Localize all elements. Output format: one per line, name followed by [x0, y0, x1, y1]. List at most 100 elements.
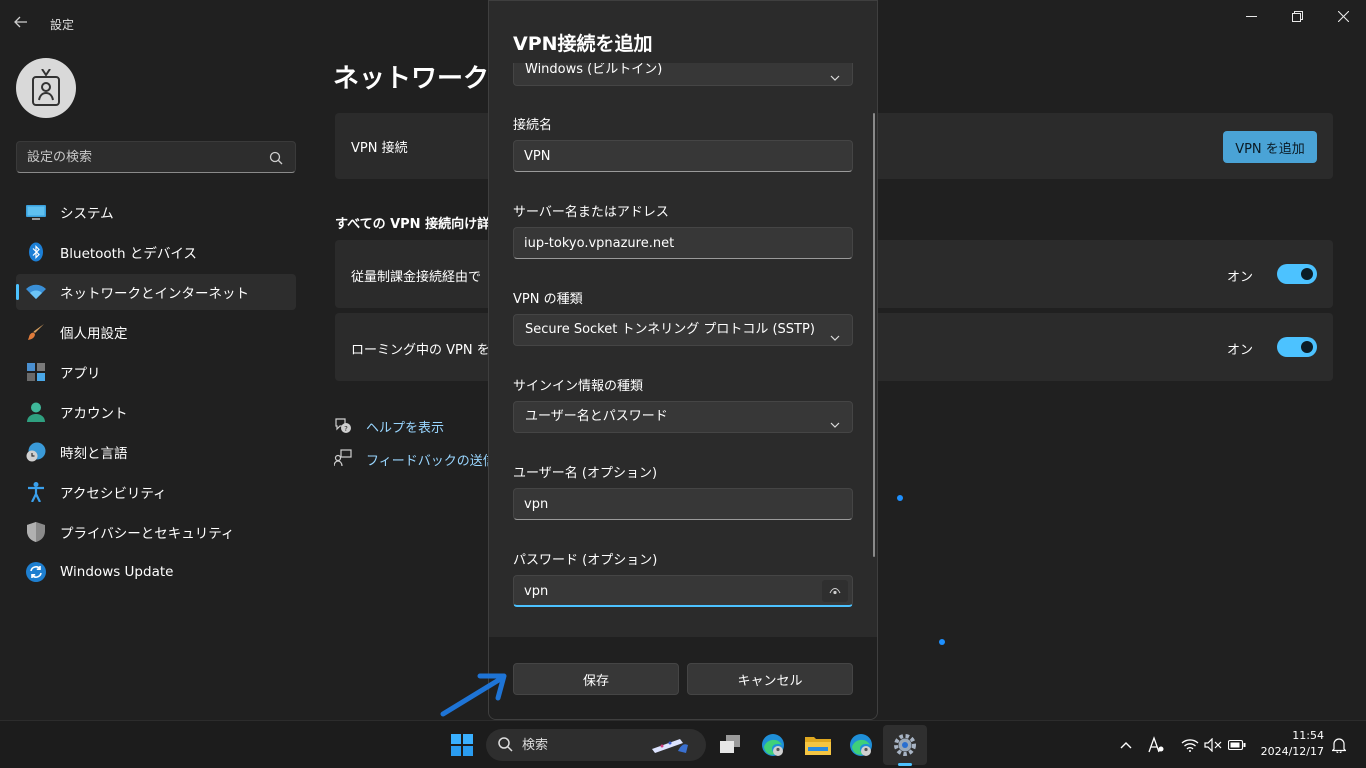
settings-gear-icon[interactable]	[889, 729, 921, 761]
sidebar-item-label: アプリ	[60, 366, 101, 382]
help-icon: ?	[334, 416, 352, 434]
password-input[interactable]	[514, 576, 814, 606]
person-icon	[26, 402, 46, 422]
file-explorer-icon[interactable]	[802, 729, 834, 761]
vpn-type-select[interactable]: Secure Socket トンネリング プロトコル (SSTP)	[513, 314, 853, 346]
username-input[interactable]	[514, 489, 814, 519]
back-arrow-icon[interactable]	[14, 12, 34, 36]
password-label: パスワード (オプション)	[513, 553, 658, 568]
add-vpn-dialog: VPN接続を追加 Windows (ビルトイン) 接続名 サーバー名またはアドレ…	[488, 0, 878, 720]
apps-icon	[26, 362, 46, 382]
battery-icon[interactable]	[1227, 735, 1247, 755]
active-app-indicator	[898, 763, 912, 766]
notification-bell-icon[interactable]	[1329, 735, 1349, 755]
sidebar-item-accounts[interactable]: アカウント	[16, 394, 296, 430]
username-field[interactable]	[513, 488, 853, 520]
sidebar-item-label: 時刻と言語	[60, 446, 128, 462]
vpn-provider-select[interactable]: Windows (ビルトイン)	[513, 63, 853, 86]
dialog-body: Windows (ビルトイン) 接続名 サーバー名またはアドレス VPN の種類…	[489, 63, 877, 639]
volume-muted-icon[interactable]	[1203, 735, 1223, 755]
signin-type-value: ユーザー名とパスワード	[525, 409, 668, 424]
sidebar-item-apps[interactable]: アプリ	[16, 354, 296, 390]
sidebar-item-personalization[interactable]: 個人用設定	[16, 314, 296, 350]
sidebar-item-label: ネットワークとインターネット	[60, 286, 249, 302]
feedback-link[interactable]: フィードバックの送信	[366, 450, 496, 469]
search-icon[interactable]	[269, 150, 285, 166]
close-icon[interactable]	[1320, 0, 1366, 32]
settings-search-box[interactable]	[16, 141, 296, 173]
sidebar-nav: システム Bluetooth とデバイス ネットワークとインターネット 個人用設…	[16, 194, 296, 594]
decorative-dot	[939, 639, 945, 645]
sidebar-item-label: Windows Update	[60, 564, 174, 580]
sidebar-item-label: アクセシビリティ	[60, 486, 167, 502]
sidebar-item-network[interactable]: ネットワークとインターネット	[16, 274, 296, 310]
edge-browser-icon[interactable]	[845, 729, 877, 761]
sidebar-item-bluetooth[interactable]: Bluetooth とデバイス	[16, 234, 296, 270]
sidebar-item-accessibility[interactable]: アクセシビリティ	[16, 474, 296, 510]
app-title: 設定	[50, 18, 75, 32]
section-heading: すべての VPN 接続向け詳細	[335, 217, 504, 232]
server-address-input[interactable]	[514, 228, 814, 258]
monitor-icon	[26, 202, 46, 222]
decorative-dot	[897, 495, 903, 501]
reveal-password-icon[interactable]	[822, 580, 848, 602]
clock[interactable]: 11:54 2024/12/17	[1261, 728, 1324, 760]
sidebar-item-label: プライバシーとセキュリティ	[60, 526, 235, 542]
accessibility-icon	[26, 482, 46, 502]
signin-type-label: サインイン情報の種類	[513, 379, 644, 394]
sidebar-item-privacy[interactable]: プライバシーとセキュリティ	[16, 514, 296, 550]
search-highlight-icon	[650, 735, 690, 759]
metered-vpn-toggle[interactable]	[1277, 264, 1317, 284]
chevron-down-icon	[830, 412, 840, 428]
ime-mode-icon[interactable]	[1146, 735, 1166, 755]
dialog-title: VPN接続を追加	[513, 33, 653, 55]
restore-icon[interactable]	[1274, 0, 1320, 32]
vpn-connections-label: VPN 接続	[351, 141, 408, 156]
connection-name-field[interactable]	[513, 140, 853, 172]
add-vpn-button[interactable]: VPN を追加	[1223, 131, 1317, 163]
sidebar-item-label: アカウント	[60, 406, 128, 422]
wifi-icon	[26, 282, 46, 302]
chevron-down-icon	[830, 325, 840, 341]
dialog-scrollbar[interactable]	[873, 113, 875, 557]
settings-search-input[interactable]	[17, 142, 257, 172]
annotation-arrow-icon	[440, 673, 507, 717]
clock-date: 2024/12/17	[1260, 745, 1324, 758]
clock-time: 11:54	[1292, 729, 1324, 742]
taskbar: 11:54 2024/12/17	[0, 720, 1366, 768]
taskbar-search[interactable]	[486, 729, 706, 761]
password-field[interactable]	[513, 575, 853, 607]
sidebar-item-windows-update[interactable]: Windows Update	[16, 554, 296, 590]
edge-profile-icon[interactable]	[757, 729, 789, 761]
sidebar-item-label: Bluetooth とデバイス	[60, 246, 197, 262]
minimize-icon[interactable]	[1228, 0, 1274, 32]
server-address-field[interactable]	[513, 227, 853, 259]
svg-text:?: ?	[344, 425, 348, 433]
chevron-up-icon[interactable]	[1116, 735, 1136, 755]
search-icon	[498, 737, 513, 756]
connection-name-label: 接続名	[513, 118, 553, 133]
windows-start-icon[interactable]	[446, 729, 478, 761]
connection-name-input[interactable]	[514, 141, 814, 171]
sidebar-item-system[interactable]: システム	[16, 194, 296, 230]
server-address-label: サーバー名またはアドレス	[513, 205, 669, 220]
globe-clock-icon	[26, 442, 46, 462]
update-icon	[26, 562, 46, 582]
signin-type-select[interactable]: ユーザー名とパスワード	[513, 401, 853, 433]
taskbar-search-input[interactable]	[522, 729, 632, 761]
sidebar-item-time-language[interactable]: 時刻と言語	[16, 434, 296, 470]
vpn-type-label: VPN の種類	[513, 292, 583, 307]
help-link[interactable]: ヘルプを表示	[366, 417, 444, 436]
wifi-status-icon[interactable]	[1180, 735, 1200, 755]
cancel-button[interactable]: キャンセル	[687, 663, 853, 695]
save-button[interactable]: 保存	[513, 663, 679, 695]
toggle-state-label: オン	[1226, 343, 1253, 358]
task-view-icon[interactable]	[714, 729, 746, 761]
avatar[interactable]	[16, 58, 76, 118]
roaming-vpn-toggle[interactable]	[1277, 337, 1317, 357]
sidebar-item-label: システム	[60, 206, 114, 222]
id-badge-icon	[32, 69, 60, 106]
toggle-state-label: オン	[1226, 270, 1253, 285]
feedback-icon	[333, 449, 352, 467]
metered-vpn-label: 従量制課金接続経由で	[351, 270, 482, 285]
